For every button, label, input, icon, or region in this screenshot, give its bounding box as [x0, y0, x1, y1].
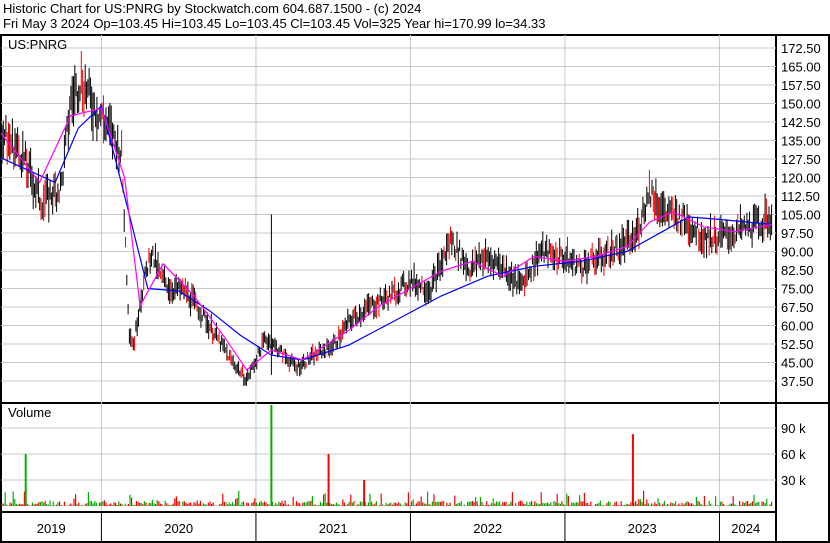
price-tick-label: 112.50	[781, 189, 820, 204]
price-tick-label: 105.00	[781, 208, 821, 223]
price-tick-label: 120.00	[781, 171, 821, 186]
price-tick-label: 82.50	[781, 263, 814, 278]
year-label: 2023	[628, 521, 657, 536]
chart-window: Historic Chart for US:PNRG by Stockwatch…	[0, 0, 830, 543]
stock-chart: 172.50 165.00 157.50 150.00 142.50 135.00 127.…	[0, 34, 830, 543]
price-tick-label: 75.00	[781, 282, 814, 297]
volume-tick-label: 60 k	[781, 447, 806, 462]
price-tick-label: 135.00	[781, 134, 821, 149]
year-label: 2021	[319, 521, 348, 536]
year-label: 2022	[473, 521, 502, 536]
price-tick-label: 67.50	[781, 300, 814, 315]
price-tick-label: 97.50	[781, 226, 814, 241]
year-label: 2019	[37, 521, 66, 536]
price-tick-label: 172.50	[781, 41, 821, 56]
volume-bars	[1, 490, 773, 506]
price-tick-label: 90.00	[781, 245, 814, 260]
year-label: 2024	[731, 521, 760, 536]
volume-tick-label: 30 k	[781, 473, 806, 488]
volume-tick-label: 90 k	[781, 421, 806, 436]
price-tick-label: 142.50	[781, 115, 821, 130]
price-bars	[1, 50, 773, 386]
price-tick-label: 165.00	[781, 60, 821, 75]
symbol-label: US:PNRG	[8, 37, 67, 52]
price-tick-label: 150.00	[781, 97, 821, 112]
price-tick-label: 52.50	[781, 337, 814, 352]
price-tick-label: 157.50	[781, 78, 821, 93]
price-tick-label: 37.50	[781, 374, 814, 389]
price-tick-label: 60.00	[781, 319, 814, 334]
year-label: 2020	[164, 521, 193, 536]
volume-label: Volume	[8, 405, 51, 420]
price-tick-label: 45.00	[781, 356, 814, 371]
price-tick-label: 127.50	[781, 152, 821, 167]
